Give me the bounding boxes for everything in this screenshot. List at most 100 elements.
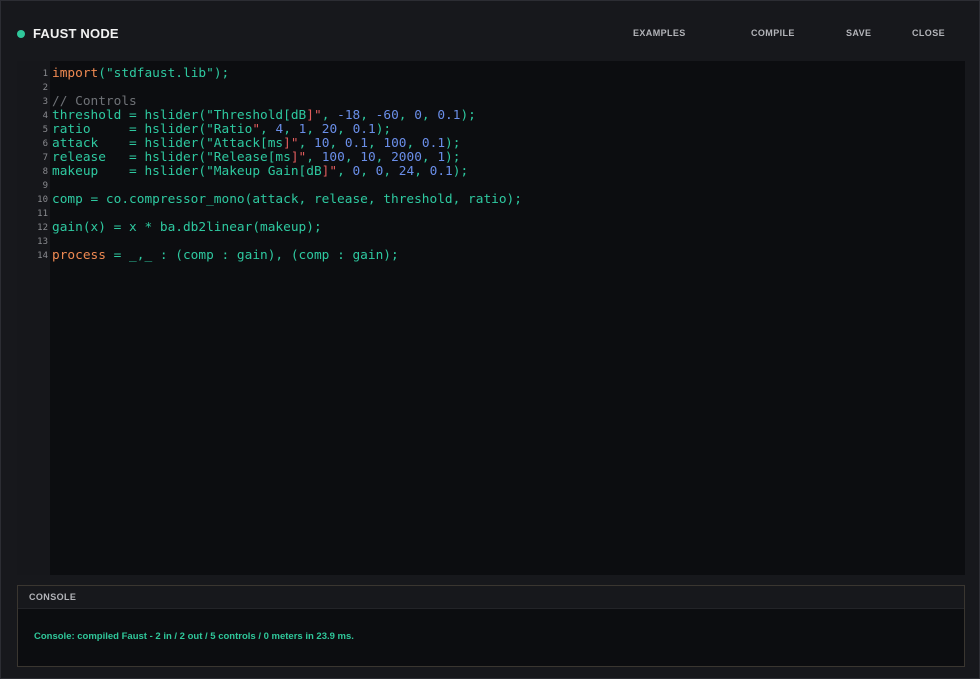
code-token: ]" <box>306 108 322 123</box>
code-token: , <box>306 150 322 165</box>
code-line: makeup = hslider("Makeup Gain[dB]", 0, 0… <box>52 165 468 179</box>
code-token: , <box>337 122 353 137</box>
line-number: 4 <box>42 111 48 121</box>
code-token: 0.1 <box>429 164 453 179</box>
line-number: 1 <box>42 69 48 79</box>
code-token: threshold = hslider( <box>52 108 207 123</box>
code-line: comp = co.compressor_mono(attack, releas… <box>52 193 522 207</box>
code-token: comp = co.compressor_mono(attack, releas… <box>52 192 522 207</box>
code-token: 20 <box>321 122 338 137</box>
code-token: 10 <box>313 136 330 151</box>
line-number: 12 <box>37 223 48 233</box>
code-token: "Release[ms <box>206 150 291 165</box>
code-line: import("stdfaust.lib"); <box>52 67 229 81</box>
code-token: attack = hslider( <box>52 136 207 151</box>
code-token: 1 <box>437 150 446 165</box>
code-token: ); <box>445 150 461 165</box>
line-number: 5 <box>42 125 48 135</box>
code-token: 0.1 <box>437 108 461 123</box>
code-token: , <box>414 164 430 179</box>
code-token: = _,_ : (comp : gain), (comp : gain); <box>105 248 399 263</box>
code-token: ); <box>460 108 476 123</box>
compile-button[interactable]: COMPILE <box>751 28 795 38</box>
header-bar: FAUST NODE EXAMPLES COMPILE SAVE CLOSE <box>1 1 979 61</box>
code-token: // Controls <box>52 94 137 109</box>
code-token: , <box>383 164 399 179</box>
code-token: , <box>360 108 376 123</box>
code-token: ]" <box>290 150 307 165</box>
code-token: 10 <box>360 150 376 165</box>
code-token: " <box>252 122 261 137</box>
code-token: ( <box>98 66 106 81</box>
line-number-gutter: 1 2 3 4 5 6 7 8 9 10 11 12 13 14 <box>17 61 50 575</box>
line-number: 13 <box>37 237 48 247</box>
code-line: ratio = hslider("Ratio", 4, 1, 20, 0.1); <box>52 123 391 137</box>
code-token: , <box>406 136 422 151</box>
console-header: CONSOLE <box>18 586 964 609</box>
close-button[interactable]: CLOSE <box>912 28 945 38</box>
code-token: 24 <box>398 164 415 179</box>
code-token: 100 <box>383 136 407 151</box>
code-line: process = _,_ : (comp : gain), (comp : g… <box>52 249 399 263</box>
code-token: "stdfaust.lib" <box>105 66 214 81</box>
code-line: attack = hslider("Attack[ms]", 10, 0.1, … <box>52 137 460 151</box>
code-token: , <box>421 150 438 165</box>
code-line: // Controls <box>52 95 137 109</box>
code-token: ); <box>375 122 392 137</box>
console-panel: CONSOLE Console: compiled Faust - 2 in /… <box>17 585 965 667</box>
line-number: 3 <box>42 97 48 107</box>
code-line: threshold = hslider("Threshold[dB]", -18… <box>52 109 476 123</box>
code-line: gain(x) = x * ba.db2linear(makeup); <box>52 221 322 235</box>
code-token: ]" <box>321 164 338 179</box>
code-token: , <box>398 108 415 123</box>
code-token: , <box>360 164 376 179</box>
code-token: ]" <box>283 136 299 151</box>
code-token: 0.1 <box>344 136 368 151</box>
code-token: makeup = hslider( <box>52 164 207 179</box>
code-area[interactable]: import("stdfaust.lib"); // Controls thresh… <box>52 61 965 575</box>
status-dot <box>17 30 25 38</box>
code-token: , <box>306 122 322 137</box>
line-number: 6 <box>42 139 48 149</box>
code-token: , <box>344 150 361 165</box>
code-token: -60 <box>375 108 399 123</box>
code-token: 2000 <box>391 150 422 165</box>
code-token: , <box>375 150 392 165</box>
line-number: 14 <box>37 251 48 261</box>
code-token: -18 <box>337 108 361 123</box>
line-number: 10 <box>37 195 48 205</box>
code-token: ); <box>445 136 461 151</box>
code-token: , <box>298 136 314 151</box>
code-token: 0.1 <box>421 136 446 151</box>
code-token: 0.1 <box>352 122 376 137</box>
line-number: 8 <box>42 167 48 177</box>
code-token: "Makeup Gain[dB <box>206 164 322 179</box>
code-token: , <box>421 108 438 123</box>
code-token: "Attack[ms <box>206 136 284 151</box>
examples-button[interactable]: EXAMPLES <box>633 28 686 38</box>
code-token: process <box>52 248 106 263</box>
code-token: , <box>337 164 353 179</box>
code-token: , <box>260 122 276 137</box>
console-title: CONSOLE <box>29 592 77 602</box>
save-button[interactable]: SAVE <box>846 28 871 38</box>
code-token: , <box>321 108 338 123</box>
code-token: , <box>367 136 384 151</box>
code-token: gain(x) = x * ba.db2linear(makeup); <box>52 220 322 235</box>
code-token: 100 <box>321 150 345 165</box>
code-token: 0 <box>414 108 422 123</box>
console-message: Console: compiled Faust - 2 in / 2 out /… <box>34 631 354 642</box>
line-number: 11 <box>37 209 48 219</box>
code-token: ); <box>452 164 469 179</box>
code-token: "Ratio <box>206 122 253 137</box>
line-number: 9 <box>42 181 48 191</box>
code-token: import <box>52 66 99 81</box>
code-token: "Threshold[dB <box>206 108 307 123</box>
window-title: FAUST NODE <box>33 26 119 41</box>
line-number: 7 <box>42 153 48 163</box>
code-token: , <box>329 136 345 151</box>
code-token: , <box>283 122 299 137</box>
line-number: 2 <box>42 83 48 93</box>
code-editor[interactable]: 1 2 3 4 5 6 7 8 9 10 11 12 13 14 import("stdfaust.lib… <box>17 61 965 575</box>
faust-node-window: FAUST NODE EXAMPLES COMPILE SAVE CLOSE 1… <box>0 0 980 679</box>
